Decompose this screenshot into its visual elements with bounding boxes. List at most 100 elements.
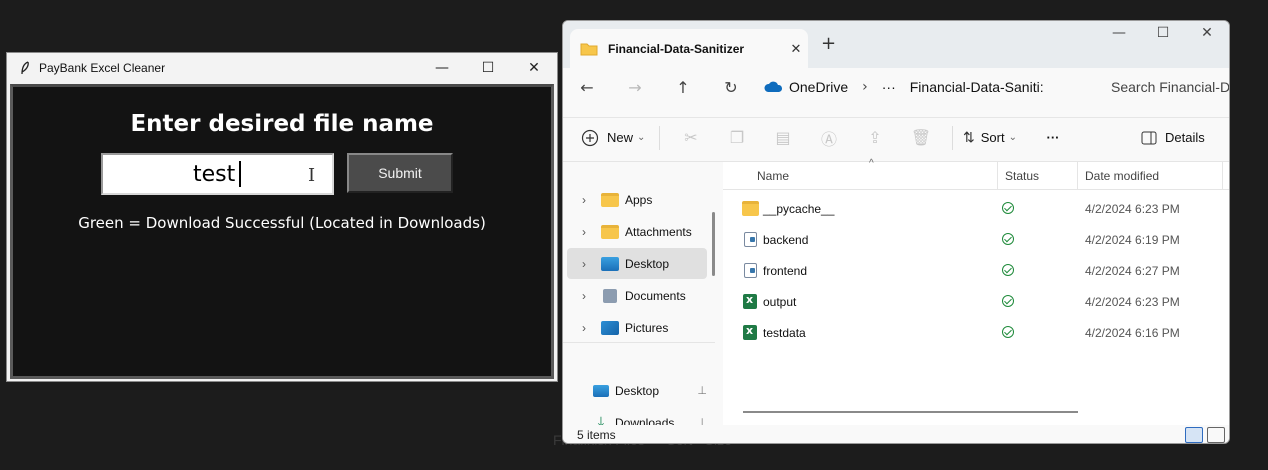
maximize-button[interactable]: ☐: [1143, 25, 1183, 41]
quick-access-label: Desktop: [615, 383, 660, 398]
chevron-right-icon[interactable]: ›: [567, 225, 601, 239]
window-title: PayBank Excel Cleaner: [39, 60, 166, 75]
filename-input[interactable]: test I: [101, 153, 334, 195]
text-caret: [239, 161, 242, 187]
quick-access-desktop[interactable]: Desktop ⊥: [593, 375, 707, 406]
column-divider[interactable]: [1222, 162, 1223, 190]
status-text: Green = Download Successful (Located in …: [78, 214, 486, 232]
sort-icon: ⇅: [963, 129, 975, 145]
list-item[interactable]: backend 4/2/2024 6:19 PM: [723, 224, 1229, 255]
sort-label: Sort: [980, 130, 1005, 145]
chevron-right-icon[interactable]: ›: [567, 321, 601, 335]
column-header-name[interactable]: Name: [757, 169, 789, 183]
details-button[interactable]: Details: [1141, 122, 1205, 154]
new-tab-button[interactable]: +: [821, 33, 836, 54]
folder-icon: [601, 192, 619, 207]
pictures-icon: [601, 320, 619, 335]
details-view-icon[interactable]: [1185, 427, 1203, 443]
delete-icon[interactable]: 🗑: [898, 122, 944, 154]
share-icon[interactable]: ⇪: [852, 122, 898, 154]
tiles-view-icon[interactable]: [1207, 427, 1225, 443]
file-name: frontend: [763, 264, 808, 278]
minimize-button[interactable]: —: [1099, 25, 1139, 41]
file-name: __pycache__: [763, 202, 835, 216]
chevron-down-icon: ⌄: [637, 132, 646, 143]
sort-button[interactable]: ⇅ Sort ⌄: [963, 122, 1035, 154]
list-item[interactable]: output 4/2/2024 6:23 PM: [723, 286, 1229, 317]
onedrive-icon: [764, 81, 783, 92]
chevron-right-icon[interactable]: ›: [567, 257, 601, 271]
sidebar-item-label: Documents: [625, 288, 686, 303]
python-file-icon: [744, 263, 757, 278]
more-options-button[interactable]: ···: [1035, 122, 1071, 154]
filename-input-value: test: [193, 161, 236, 187]
column-divider[interactable]: [1077, 162, 1078, 190]
excel-file-icon: [743, 324, 757, 340]
close-button[interactable]: ✕: [1187, 25, 1227, 41]
divider: [659, 125, 660, 150]
file-explorer-window: Financial-Data-Sanitizer ✕ + — ☐ ✕ ← → ↑…: [562, 20, 1230, 444]
desktop-icon: [593, 384, 609, 397]
maximize-button[interactable]: ☐: [465, 53, 511, 82]
submit-button[interactable]: Submit: [347, 153, 453, 193]
sidebar-item-documents[interactable]: › Documents: [567, 280, 707, 311]
item-count: 5 items: [577, 428, 616, 442]
column-header-row: ^ Name Status Date modified: [723, 158, 1229, 190]
refresh-icon[interactable]: ↻: [707, 72, 755, 102]
column-divider[interactable]: [997, 162, 998, 190]
command-bar: New ⌄ ✂ ❐ ▤ Ⓐ ⇪ 🗑 ⇅ Sort ⌄ ··· Details: [563, 117, 1229, 155]
file-name: backend: [763, 233, 809, 247]
search-input[interactable]: Search Financial-Da: [1085, 72, 1229, 102]
status-bar: 5 items: [563, 425, 1229, 443]
file-name: output: [763, 295, 797, 309]
sidebar-item-label: Desktop: [625, 256, 670, 271]
tab-label: Financial-Data-Sanitizer: [608, 42, 745, 56]
tab-financial-data-sanitizer[interactable]: Financial-Data-Sanitizer ✕: [570, 29, 808, 69]
column-header-status[interactable]: Status: [1005, 169, 1039, 183]
address-bar[interactable]: OneDrive › ··· Financial-Data-Saniti:: [763, 72, 1075, 102]
paste-icon[interactable]: ▤: [760, 122, 806, 154]
sidebar-item-label: Pictures: [625, 320, 669, 335]
cut-icon[interactable]: ✂: [668, 122, 714, 154]
breadcrumb-onedrive[interactable]: OneDrive: [789, 79, 848, 95]
list-item[interactable]: testdata 4/2/2024 6:16 PM: [723, 317, 1229, 348]
title-bar[interactable]: PayBank Excel Cleaner — ☐ ✕: [7, 53, 557, 82]
new-button[interactable]: New ⌄: [581, 122, 651, 154]
up-arrow-icon[interactable]: ↑: [659, 72, 707, 102]
back-arrow-icon[interactable]: ←: [563, 72, 611, 102]
ibeam-cursor-icon: I: [308, 165, 316, 186]
new-label: New: [607, 130, 634, 145]
chevron-right-icon: ›: [862, 79, 868, 95]
sidebar-item-pictures[interactable]: › Pictures: [567, 312, 707, 343]
chevron-down-icon: ⌄: [1008, 132, 1017, 143]
list-item[interactable]: __pycache__ 4/2/2024 6:23 PM: [723, 193, 1229, 224]
scrollbar[interactable]: [712, 212, 715, 276]
list-item[interactable]: frontend 4/2/2024 6:27 PM: [723, 255, 1229, 286]
folder-icon: [601, 224, 619, 239]
minimize-button[interactable]: —: [419, 53, 465, 82]
chevron-right-icon[interactable]: ›: [567, 289, 601, 303]
desktop-icon: [601, 256, 619, 271]
page-title: Enter desired file name: [130, 111, 434, 137]
pin-icon[interactable]: ⊥: [697, 384, 707, 397]
horizontal-scrollbar[interactable]: [743, 411, 1078, 413]
details-label: Details: [1165, 130, 1205, 145]
tab-close-icon[interactable]: ✕: [784, 42, 808, 57]
python-file-icon: [744, 232, 757, 247]
sidebar-item-desktop[interactable]: › Desktop: [567, 248, 707, 279]
breadcrumb-more[interactable]: ···: [882, 79, 896, 95]
sidebar-item-apps[interactable]: › Apps: [567, 184, 707, 215]
sidebar-item-attachments[interactable]: › Attachments: [567, 216, 707, 247]
breadcrumb-current[interactable]: Financial-Data-Saniti:: [910, 79, 1044, 95]
forward-arrow-icon[interactable]: →: [611, 72, 659, 102]
sync-status-icon: [1002, 326, 1014, 338]
app-body: Enter desired file name test I Submit Gr…: [10, 84, 554, 379]
divider: [563, 342, 715, 343]
close-button[interactable]: ✕: [511, 53, 557, 82]
sync-status-icon: [1002, 295, 1014, 307]
copy-icon[interactable]: ❐: [714, 122, 760, 154]
folder-icon: [580, 43, 598, 56]
column-header-date[interactable]: Date modified: [1085, 169, 1159, 183]
chevron-right-icon[interactable]: ›: [567, 193, 601, 207]
rename-icon[interactable]: Ⓐ: [806, 122, 852, 154]
